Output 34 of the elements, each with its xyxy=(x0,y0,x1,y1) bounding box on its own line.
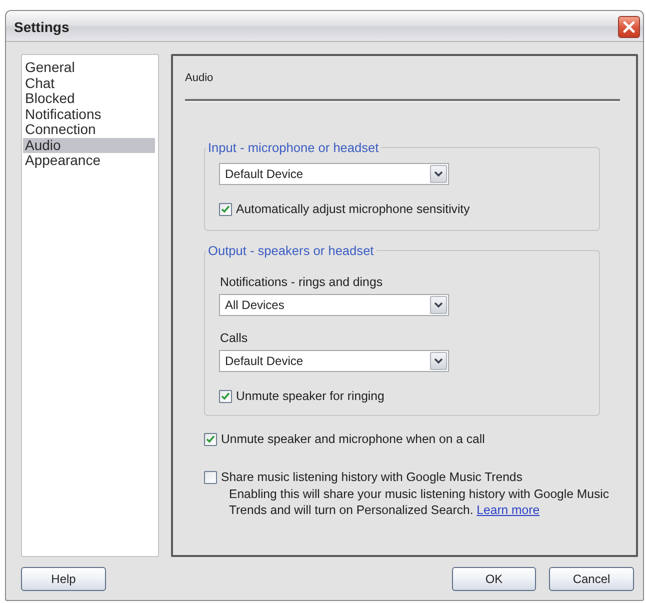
sidebar-item[interactable]: Connection xyxy=(23,122,155,138)
checkbox-label: Share music listening history with Google Music Trends xyxy=(221,470,522,484)
dropdown[interactable]: Default Device xyxy=(219,350,449,372)
checkmark-icon xyxy=(221,205,230,213)
close-button[interactable] xyxy=(618,16,640,38)
sidebar-item[interactable]: Notifications xyxy=(23,106,155,122)
checkmark-icon xyxy=(221,392,230,400)
sidebar-item[interactable]: Appearance xyxy=(23,153,155,168)
group-title: Output - speakers or headset xyxy=(207,243,375,258)
panel-title: Audio xyxy=(185,72,214,84)
sidebar-item[interactable]: General xyxy=(23,60,155,76)
description-text: Enabling this will share your music listening history with Google Music Trends and will turn on Personalized Search. Learn more xyxy=(229,486,610,518)
sidebar-item[interactable]: Chat xyxy=(23,76,155,91)
dropdown[interactable]: Default Device xyxy=(219,163,449,185)
window-title: Settings xyxy=(14,19,70,35)
checkbox[interactable] xyxy=(219,202,232,216)
checkbox-label: Unmute speaker and microphone when on a call xyxy=(221,432,485,446)
group-title: Input - microphone or headset xyxy=(207,140,380,155)
checkbox-label: Automatically adjust microphone sensitivity xyxy=(236,202,470,216)
checkbox[interactable] xyxy=(219,390,232,402)
sidebar-item[interactable]: Blocked xyxy=(23,91,155,106)
dropdown[interactable]: All Devices xyxy=(219,294,449,316)
cancel-button[interactable]: Cancel xyxy=(549,567,634,591)
ok-button[interactable]: OK xyxy=(452,567,536,591)
checkbox[interactable] xyxy=(204,470,217,484)
field-label: Notifications - rings and dings xyxy=(220,275,383,289)
field-label: Calls xyxy=(220,331,248,345)
checkmark-icon xyxy=(206,435,215,443)
close-icon xyxy=(623,21,635,33)
help-button[interactable]: Help xyxy=(21,567,106,591)
checkbox[interactable] xyxy=(204,432,217,446)
checkbox-label: Unmute speaker for ringing xyxy=(236,389,384,403)
sidebar-item[interactable]: Audio xyxy=(23,138,155,153)
learn-more-link[interactable]: Learn more xyxy=(476,503,540,517)
